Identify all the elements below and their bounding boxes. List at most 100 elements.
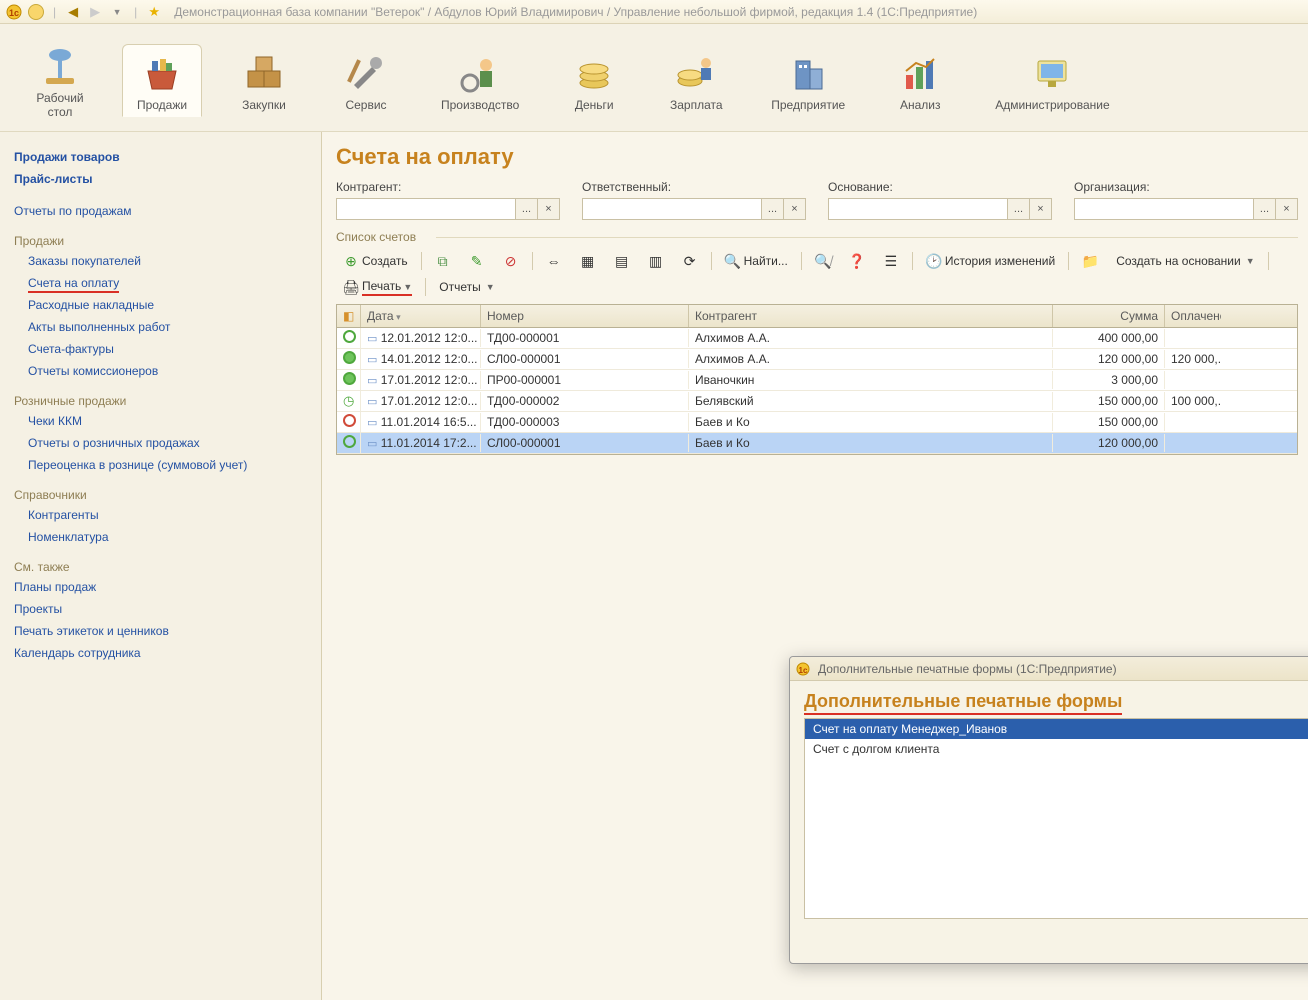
nav-link[interactable]: Номенклатура [14,526,311,548]
nav-link[interactable]: Проекты [14,598,311,620]
nav-link[interactable]: Отчеты о розничных продажах [14,432,311,454]
forward-button[interactable]: ▶ [87,4,103,20]
clear-button[interactable]: × [1276,198,1298,220]
section-production[interactable]: Производство [428,44,532,118]
section-purchases[interactable]: Закупки [224,44,304,118]
filter-responsible: Ответственный: ... × [582,180,806,220]
section-enterprise[interactable]: Предприятие [758,44,858,118]
print-forms-list[interactable]: Счет на оплату Менеджер_ИвановСчет с дол… [804,718,1308,919]
back-button[interactable]: ◀ [65,4,81,20]
section-sales[interactable]: Продажи [122,44,202,118]
list-item[interactable]: Счет с долгом клиента [805,739,1308,759]
delete-button[interactable]: ⊘ [496,250,526,272]
print-button[interactable]: 🖨 Печать▼ [336,276,419,298]
nav-link[interactable]: Переоценка в рознице (суммовой учет) [14,454,311,476]
dialog-titlebar[interactable]: 1c Дополнительные печатные формы (1С:Пре… [790,657,1308,681]
data-grid: ◧ Дата Номер Контрагент Сумма Оплачено ▭… [336,304,1298,455]
col-date[interactable]: Дата [361,305,481,327]
table-row[interactable]: ▭ 12.01.2012 12:0...ТД00-000001Алхимов А… [337,328,1297,349]
nav-link[interactable]: Календарь сотрудника [14,642,311,664]
date-range-button[interactable]: ▦ [573,250,603,272]
filter-input-basis[interactable] [828,198,1008,220]
reports-button[interactable]: Отчеты ▼ [432,276,501,298]
create-based-button[interactable]: Создать на основании ▼ [1109,250,1261,272]
monitor-icon [1030,51,1074,95]
section-admin[interactable]: Администрирование [982,44,1122,118]
nav-link[interactable]: Чеки ККМ [14,410,311,432]
nav-link[interactable]: Прайс-листы [14,168,311,190]
dialog-heading-text: Дополнительные печатные формы [804,691,1122,715]
refresh-icon: ⟳ [682,253,698,269]
table-row[interactable]: ▭ 11.01.2014 16:5...ТД00-000003Баев и Ко… [337,412,1297,433]
help-button[interactable]: ❓ [842,250,872,272]
nav-link[interactable]: Отчеты по продажам [14,200,311,222]
engineer-icon [458,51,502,95]
select-button[interactable]: ... [1254,198,1276,220]
col-sum[interactable]: Сумма [1053,305,1165,327]
nav-link[interactable]: Расходные накладные [14,294,311,316]
table-row[interactable]: ▭ 17.01.2012 12:0...ПР00-000001Иваночкин… [337,370,1297,391]
settings-button[interactable]: ☰ [876,250,906,272]
find-button[interactable]: 🔍 Найти... [718,250,795,272]
separator: | [134,5,137,19]
desk-lamp-icon [38,44,82,88]
clear-button[interactable]: × [1030,198,1052,220]
favorites-icon[interactable]: ★ [146,4,162,20]
nav-link-invoices[interactable]: Счета на оплату [14,272,311,294]
history-button[interactable]: 🕑 История изменений [919,250,1062,272]
marker-icon: ◧ [343,309,354,323]
nav-link[interactable]: Акты выполненных работ [14,316,311,338]
select-button[interactable]: ... [516,198,538,220]
clear-button[interactable]: × [784,198,806,220]
select-button[interactable]: ... [1008,198,1030,220]
grid2-icon: ▥ [648,253,664,269]
list-item[interactable]: Счет на оплату Менеджер_Иванов [805,719,1308,739]
clear-button[interactable]: × [538,198,560,220]
nav-link[interactable]: Счета-фактуры [14,338,311,360]
mode2-button[interactable]: ▥ [641,250,671,272]
create-button[interactable]: ⊕ Создать [336,250,415,272]
nav-link[interactable]: Заказы покупателей [14,250,311,272]
mode1-button[interactable]: ▤ [607,250,637,272]
section-label: Рабочий стол [36,92,83,120]
nav-link[interactable]: Контрагенты [14,504,311,526]
nav-link[interactable]: Отчеты комиссионеров [14,360,311,382]
search-icon: 🔍 [725,253,741,269]
grid-toolbar: ⊕ Создать ⧉ ✎ ⊘ ⇔ ▦ ▤ ▥ ⟳ 🔍 Найти... 🔍̸ … [336,250,1298,298]
table-row[interactable]: ▭ 11.01.2014 17:2...СЛ00-000001Баев и Ко… [337,433,1297,454]
col-number[interactable]: Номер [481,305,689,327]
grid-body: ▭ 12.01.2012 12:0...ТД00-000001Алхимов А… [337,328,1297,454]
document-icon: ▭ [367,333,377,345]
col-marker[interactable]: ◧ [337,305,361,327]
nav-link[interactable]: Планы продаж [14,576,311,598]
filter-input-organization[interactable] [1074,198,1254,220]
section-label: Закупки [242,99,286,113]
section-analysis[interactable]: Анализ [880,44,960,118]
history-dropdown[interactable]: ▼ [109,4,125,20]
filter-input-counterparty[interactable] [336,198,516,220]
dropdown-circle-icon[interactable] [28,4,44,20]
filter-input-responsible[interactable] [582,198,762,220]
section-salary[interactable]: Зарплата [656,44,736,118]
swap-button[interactable]: ⇔ [539,250,569,272]
col-paid[interactable]: Оплачено [1165,305,1221,327]
section-service[interactable]: Сервис [326,44,406,118]
edit-button[interactable]: ✎ [462,250,492,272]
nav-link[interactable]: Печать этикеток и ценников [14,620,311,642]
boxes-icon [242,51,286,95]
folder-button[interactable]: 📁 [1075,250,1105,272]
copy-button[interactable]: ⧉ [428,250,458,272]
separator [1068,252,1069,270]
dialog-body: Дополнительные печатные формы Счет на оп… [790,681,1308,963]
nav-link[interactable]: Продажи товаров [14,146,311,168]
col-counterparty[interactable]: Контрагент [689,305,1053,327]
document-icon: ▭ [367,375,377,387]
paid-cell [1165,336,1221,340]
section-money[interactable]: Деньги [554,44,634,118]
clear-filter-button[interactable]: 🔍̸ [808,250,838,272]
table-row[interactable]: ◷▭ 17.01.2012 12:0...ТД00-000002Белявски… [337,391,1297,412]
select-button[interactable]: ... [762,198,784,220]
refresh-button[interactable]: ⟳ [675,250,705,272]
table-row[interactable]: ▭ 14.01.2012 12:0...СЛ00-000001Алхимов А… [337,349,1297,370]
section-desktop[interactable]: Рабочий стол [20,37,100,125]
